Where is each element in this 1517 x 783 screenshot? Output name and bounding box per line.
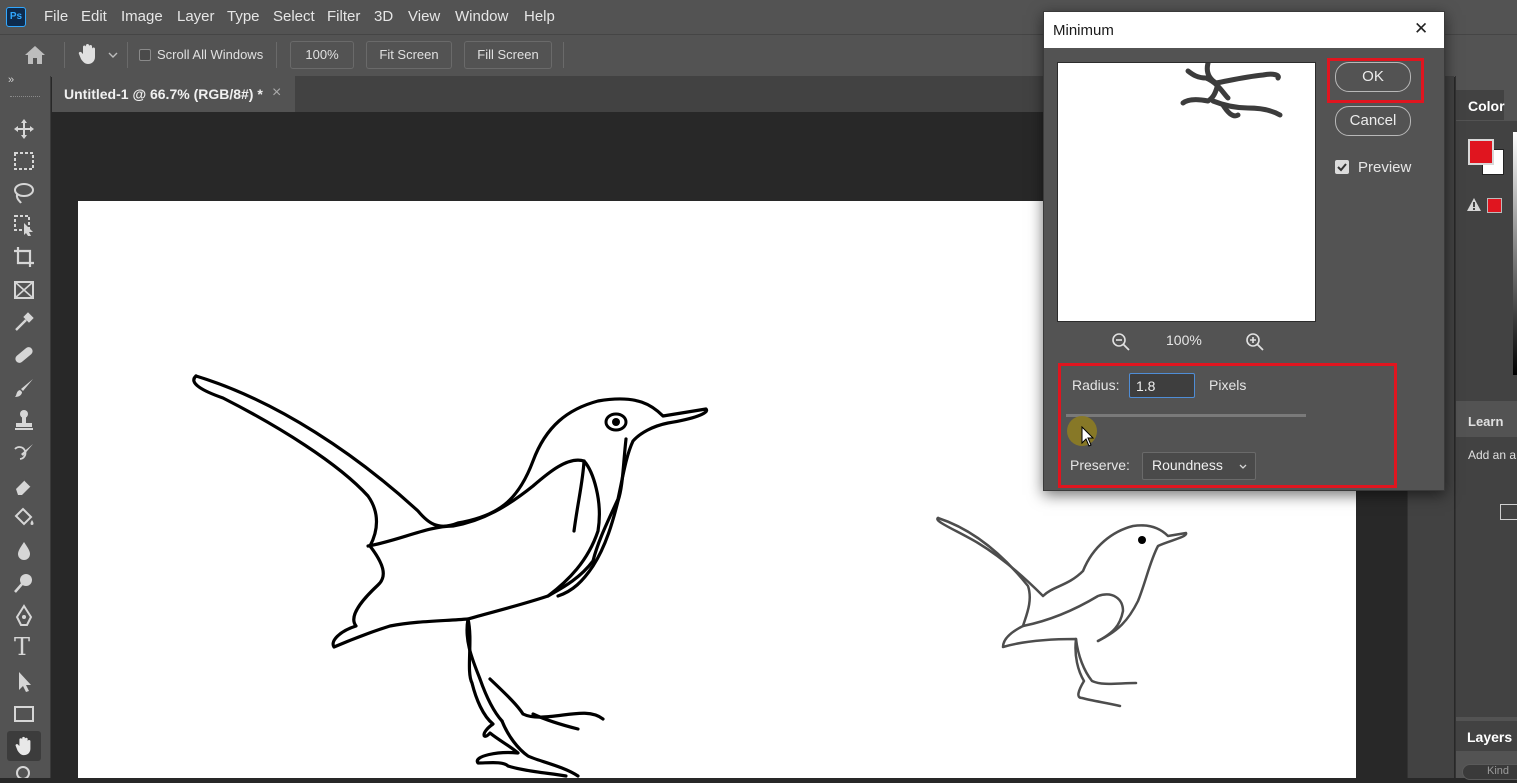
home-icon[interactable] bbox=[22, 43, 48, 67]
preview-label: Preview bbox=[1358, 159, 1412, 176]
minimum-filter-dialog: Minimum ✕ 100% OK Cancel Preview Radius:… bbox=[1043, 11, 1445, 491]
preview-checkbox[interactable] bbox=[1335, 160, 1349, 174]
divider bbox=[127, 42, 128, 68]
layers-panel-tab[interactable]: Layers bbox=[1456, 721, 1517, 751]
move-tool-icon[interactable] bbox=[12, 117, 36, 141]
radius-label: Radius: bbox=[1072, 377, 1120, 393]
close-icon[interactable]: ✕ bbox=[1414, 19, 1428, 39]
divider bbox=[563, 42, 564, 68]
learn-panel-title[interactable]: Learn bbox=[1468, 414, 1503, 429]
menu-window[interactable]: Window bbox=[455, 8, 508, 25]
menu-3d[interactable]: 3D bbox=[374, 8, 393, 25]
small-bird-eye bbox=[1138, 536, 1146, 544]
layers-panel-title: Layers bbox=[1467, 729, 1513, 745]
menu-view[interactable]: View bbox=[408, 8, 440, 25]
color-panel-tab[interactable]: Color bbox=[1456, 90, 1505, 120]
preview-bird-feet bbox=[1180, 63, 1283, 119]
menu-file[interactable]: File bbox=[44, 8, 68, 25]
marquee-tool-icon[interactable] bbox=[12, 149, 36, 173]
ok-button[interactable]: OK bbox=[1335, 62, 1411, 92]
preserve-value: Roundness bbox=[1152, 457, 1223, 473]
mouse-cursor-icon bbox=[1081, 426, 1095, 447]
paint-bucket-tool-icon[interactable] bbox=[12, 506, 36, 530]
radius-value: 1.8 bbox=[1136, 378, 1156, 394]
crop-tool-icon[interactable] bbox=[12, 245, 36, 269]
toolbar-grip bbox=[10, 96, 40, 100]
blur-tool-icon[interactable] bbox=[12, 539, 36, 563]
scroll-all-windows-checkbox[interactable] bbox=[139, 49, 151, 61]
divider bbox=[276, 42, 277, 68]
radius-unit: Pixels bbox=[1209, 377, 1247, 393]
small-bird bbox=[936, 516, 1188, 708]
zoom-out-icon[interactable] bbox=[1111, 332, 1131, 352]
brush-tool-icon[interactable] bbox=[12, 376, 36, 400]
preserve-select[interactable]: Roundness bbox=[1142, 452, 1256, 480]
layers-filter-placeholder: Kind bbox=[1487, 765, 1510, 777]
cancel-button[interactable]: Cancel bbox=[1335, 106, 1411, 136]
photoshop-logo: Ps bbox=[6, 7, 26, 27]
type-tool-icon[interactable]: T bbox=[14, 633, 30, 661]
chevron-down-icon[interactable] bbox=[107, 48, 119, 60]
hand-tool-icon bbox=[15, 736, 31, 756]
zoom-level-field[interactable]: 100% bbox=[290, 41, 354, 69]
frame-tool-icon[interactable] bbox=[12, 278, 36, 302]
learn-panel bbox=[1456, 437, 1517, 717]
zoom-tool-icon[interactable] bbox=[14, 764, 34, 778]
object-selection-tool-icon[interactable] bbox=[12, 213, 36, 237]
menu-select[interactable]: Select bbox=[273, 8, 315, 25]
fill-screen-button[interactable]: Fill Screen bbox=[464, 41, 552, 69]
eraser-tool-icon[interactable] bbox=[12, 474, 36, 498]
menu-type[interactable]: Type bbox=[227, 8, 260, 25]
radius-slider-track[interactable] bbox=[1066, 414, 1306, 417]
color-spectrum[interactable] bbox=[1513, 132, 1517, 375]
scroll-all-windows-label: Scroll All Windows bbox=[157, 47, 264, 62]
history-brush-tool-icon[interactable] bbox=[12, 441, 36, 465]
dodge-tool-icon[interactable] bbox=[12, 571, 36, 595]
rectangle-tool-icon[interactable] bbox=[12, 702, 36, 726]
dialog-title-bar[interactable]: Minimum ✕ bbox=[1044, 12, 1444, 48]
document-tab[interactable]: Untitled-1 @ 66.7% (RGB/8#) * × bbox=[52, 76, 295, 112]
divider bbox=[64, 42, 65, 68]
checkmark-icon bbox=[1337, 163, 1347, 172]
pen-tool-icon[interactable] bbox=[12, 604, 36, 628]
preserve-label: Preserve: bbox=[1070, 457, 1130, 473]
menu-help[interactable]: Help bbox=[524, 8, 555, 25]
radius-input[interactable]: 1.8 bbox=[1129, 373, 1195, 398]
document-tab-title: Untitled-1 @ 66.7% (RGB/8#) * bbox=[64, 86, 263, 102]
hand-tool-active[interactable] bbox=[7, 731, 41, 761]
lasso-tool-icon[interactable] bbox=[12, 181, 36, 205]
warning-icon bbox=[1467, 198, 1481, 211]
gamut-warning-swatch[interactable] bbox=[1487, 198, 1502, 213]
zoom-in-icon[interactable] bbox=[1245, 332, 1265, 352]
preview-zoom-level: 100% bbox=[1166, 332, 1202, 348]
menu-layer[interactable]: Layer bbox=[177, 8, 215, 25]
close-tab-icon[interactable]: × bbox=[272, 84, 281, 102]
learn-item-icon[interactable] bbox=[1500, 504, 1517, 520]
foreground-color-swatch[interactable] bbox=[1468, 139, 1494, 165]
large-bird-pupil bbox=[612, 418, 620, 426]
dialog-title: Minimum bbox=[1053, 22, 1114, 39]
healing-brush-tool-icon[interactable] bbox=[12, 343, 36, 367]
hand-icon[interactable] bbox=[76, 42, 100, 66]
menu-filter[interactable]: Filter bbox=[327, 8, 360, 25]
filter-preview[interactable] bbox=[1057, 62, 1316, 322]
fit-screen-button[interactable]: Fit Screen bbox=[366, 41, 452, 69]
menu-image[interactable]: Image bbox=[121, 8, 163, 25]
eyedropper-tool-icon[interactable] bbox=[12, 310, 36, 334]
learn-panel-text: Add an a bbox=[1468, 448, 1517, 462]
path-selection-tool-icon[interactable] bbox=[12, 669, 36, 693]
clone-stamp-tool-icon[interactable] bbox=[12, 408, 36, 432]
menu-edit[interactable]: Edit bbox=[81, 8, 107, 25]
large-bird bbox=[192, 374, 709, 778]
collapse-toolbar-icon[interactable]: » bbox=[8, 74, 14, 86]
color-panel-title: Color bbox=[1468, 98, 1505, 114]
chevron-down-icon bbox=[1239, 464, 1247, 469]
